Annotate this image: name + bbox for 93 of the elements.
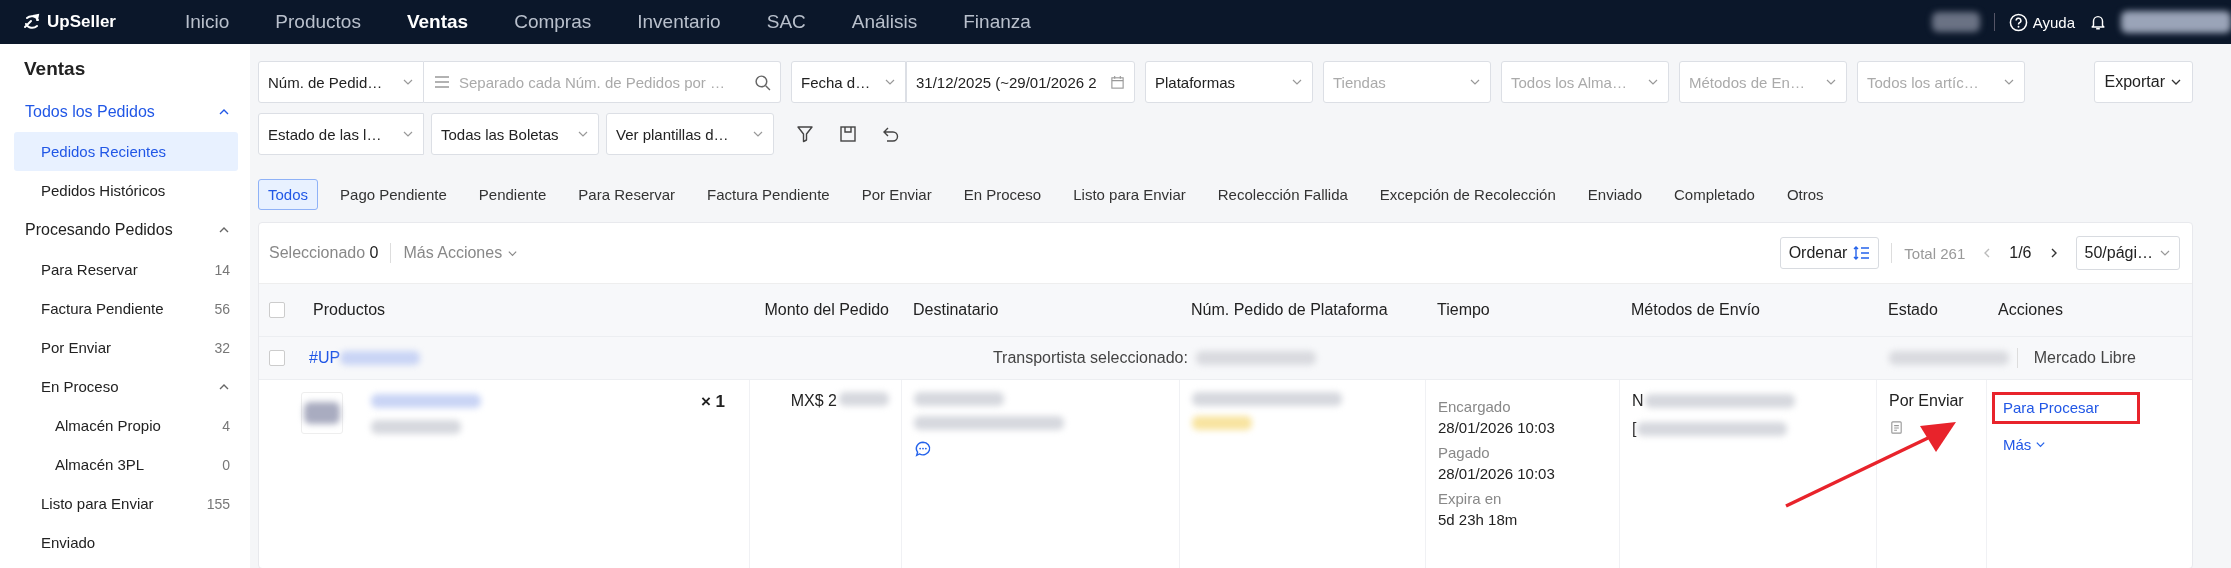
carrier-label: Transportista seleccionado: — [992, 349, 1188, 367]
nav-item[interactable]: Compras — [491, 11, 615, 33]
selected-count: Seleccionado 0 — [269, 244, 379, 262]
status-tab[interactable]: En Proceso — [953, 178, 1052, 210]
time-label: Expira en — [1438, 490, 1503, 507]
blurred-text — [839, 392, 889, 406]
sidebar-item[interactable]: Enviado — [14, 523, 238, 562]
sidebar-item[interactable]: Para Reservar 14 — [14, 250, 238, 289]
time-label: Pagado — [1438, 444, 1491, 461]
logo-icon — [22, 12, 42, 32]
nav-item[interactable]: Productos — [252, 11, 384, 33]
nav-item[interactable]: Inicio — [162, 11, 253, 33]
status-tab[interactable]: Todos — [258, 178, 319, 210]
order-amount: MX$ 2 — [790, 392, 837, 410]
nav-item[interactable]: Inventario — [614, 11, 744, 33]
nav-item[interactable]: Ventas — [383, 11, 492, 33]
help-link[interactable]: Ayuda — [2008, 12, 2075, 32]
chevron-icon — [2035, 439, 2047, 450]
sort-button[interactable]: Ordenar — [1779, 237, 1880, 269]
column-header: Estado — [1888, 301, 1938, 319]
process-link[interactable]: Para Procesar — [2003, 399, 2099, 416]
blurred-text — [1931, 12, 1980, 32]
sidebar-item[interactable]: Pedidos Históricos — [14, 171, 238, 210]
filter-dropdown[interactable]: Plataformas — [1145, 61, 1313, 103]
sidebar-item[interactable]: Listo para Enviar 155 — [14, 484, 238, 523]
column-header: Métodos de Envío — [1631, 301, 1760, 319]
status-tab[interactable]: Pago Pendiente — [330, 178, 457, 210]
save-icon[interactable] — [838, 124, 858, 144]
order-number-link[interactable]: #UP — [309, 349, 341, 367]
bell-icon[interactable] — [2089, 13, 2107, 31]
status-tab[interactable]: Excepción de Recolección — [1369, 178, 1566, 210]
shipping-method-text: N — [1632, 392, 1644, 410]
export-button[interactable]: Exportar — [2093, 61, 2193, 103]
list-icon — [433, 74, 451, 90]
more-dropdown[interactable]: Más — [1992, 436, 2180, 453]
chat-icon[interactable] — [914, 440, 932, 458]
status-tab[interactable]: Otros — [1776, 178, 1834, 210]
search-field[interactable]: Separado cada Núm. de Pedidos por … — [424, 61, 781, 103]
column-header: Núm. Pedido de Plataforma — [1191, 301, 1388, 319]
platform-name: Mercado Libre — [2033, 349, 2136, 367]
status-tab[interactable]: Listo para Enviar — [1063, 178, 1196, 210]
filter-dropdown[interactable]: Ver plantillas d… — [606, 113, 774, 155]
status-tab[interactable]: Enviado — [1577, 178, 1652, 210]
column-header: Productos — [313, 301, 386, 319]
status-tab[interactable]: Pendiente — [468, 178, 557, 210]
sidebar-title: Ventas — [23, 58, 87, 81]
sidebar-item[interactable]: Factura Pendiente 56 — [14, 289, 238, 328]
help-icon[interactable] — [2008, 12, 2028, 32]
filter-dropdown[interactable]: Núm. de Pedid… — [258, 61, 424, 103]
filter-dropdown[interactable]: Todas las Boletas — [431, 113, 599, 155]
time-value: 28/01/2026 10:03 — [1438, 465, 1556, 482]
status-tab[interactable]: Completado — [1664, 178, 1765, 210]
total-count: Total 261 — [1904, 244, 1966, 262]
sidebar-item[interactable]: Por Enviar 32 — [14, 328, 238, 367]
time-value: 5d 23h 18m — [1438, 511, 1519, 528]
filter-icon[interactable] — [795, 124, 815, 144]
column-header: Destinatario — [913, 301, 999, 319]
date-range-field[interactable]: 31/12/2025 (~29/01/2026 2 — [906, 61, 1135, 103]
logo-text: UpSeller — [47, 12, 116, 32]
sort-icon — [1852, 245, 1871, 261]
select-all-checkbox[interactable] — [269, 302, 285, 318]
status-tab[interactable]: Recolección Fallida — [1207, 178, 1358, 210]
more-actions-dropdown[interactable]: Más Acciones — [403, 244, 519, 262]
calendar-icon[interactable] — [1110, 74, 1125, 90]
filter-dropdown[interactable]: Estado de las l… — [258, 113, 424, 155]
page-indicator: 1/6 — [2009, 244, 2032, 262]
sidebar-item[interactable]: En Proceso — [14, 367, 238, 406]
order-status: Por Enviar — [1889, 392, 1965, 410]
nav-item[interactable]: Finanza — [940, 11, 1054, 33]
sidebar-group[interactable]: Todos los Pedidos — [14, 92, 238, 132]
quantity: × 1 — [700, 392, 725, 412]
sidebar-item[interactable]: Almacén 3PL 0 — [14, 445, 238, 484]
status-tab[interactable]: Factura Pendiente — [697, 178, 840, 210]
filter-dropdown[interactable]: Fecha d… — [791, 61, 906, 103]
page-size-dropdown[interactable]: 50/pági… — [2075, 236, 2180, 270]
blurred-tag — [1192, 416, 1252, 430]
status-tab[interactable]: Para Reservar — [568, 178, 686, 210]
column-header: Tiempo — [1437, 301, 1490, 319]
shipping-method-text: [ — [1632, 420, 1637, 438]
column-header: Acciones — [1998, 301, 2063, 319]
sidebar-item[interactable]: Almacén Propio 4 — [14, 406, 238, 445]
status-tab[interactable]: Por Enviar — [851, 178, 942, 210]
product-thumbnail — [301, 392, 343, 434]
search-icon[interactable] — [754, 73, 771, 91]
time-value: 28/01/2026 10:03 — [1438, 419, 1556, 436]
time-label: Encargado — [1438, 398, 1512, 415]
nav-item[interactable]: Análisis — [828, 11, 941, 33]
note-icon[interactable] — [1889, 420, 1904, 435]
order-checkbox[interactable] — [269, 350, 285, 366]
sidebar-group[interactable]: Procesando Pedidos — [14, 210, 238, 250]
column-header: Monto del Pedido — [764, 301, 889, 319]
sidebar-item[interactable]: Pedidos Recientes — [14, 132, 238, 171]
nav-item[interactable]: SAC — [743, 11, 829, 33]
